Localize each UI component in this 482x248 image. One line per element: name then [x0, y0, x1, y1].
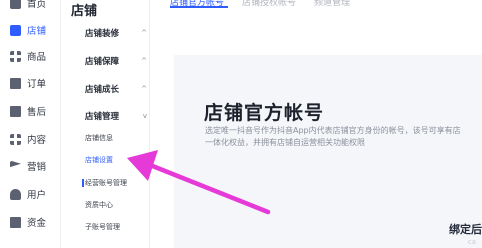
submenu-item-qualification[interactable]: 资质中心 — [85, 200, 113, 210]
tab-channel-management[interactable]: 频道管理 — [314, 0, 350, 8]
tab-authorized-account[interactable]: 店铺授权帐号 — [242, 0, 296, 8]
store-icon — [10, 24, 21, 36]
submenu-group-guarantee[interactable]: 店铺保障 ^ — [85, 55, 147, 67]
rail-item-aftersale[interactable]: 售后 — [0, 100, 60, 122]
rail-item-users[interactable]: 用户 — [0, 183, 60, 205]
rail-item-label: 售后 — [27, 107, 47, 118]
active-tab-indicator — [170, 6, 228, 8]
submenu-group-growth[interactable]: 店铺成长 ^ — [85, 83, 147, 95]
submenu-group-label: 店铺保障 — [85, 57, 120, 67]
main-content: 店铺官方帐号 店铺授权帐号 频道管理 店铺官方帐号 选定唯一抖音号作为抖音App… — [150, 0, 482, 248]
rail-item-label: 商品 — [27, 52, 47, 63]
submenu-item-store-settings[interactable]: 店铺设置 — [85, 155, 113, 165]
store-submenu: 店铺 店铺装修 ^ 店铺保障 ^ 店铺成长 ^ 店铺管理 v 店铺信息 店铺设置… — [61, 0, 150, 248]
submenu-group-management[interactable]: 店铺管理 v — [85, 110, 147, 122]
aftersale-icon — [10, 105, 21, 117]
rail-item-funds[interactable]: 资金 — [0, 211, 60, 233]
card-description-line: 选定唯一抖音号作为抖音App内代表店铺官方身份的帐号，该号可享有店 — [205, 126, 461, 135]
chevron-up-icon: ^ — [141, 57, 147, 65]
home-icon — [10, 0, 21, 9]
rail-item-store[interactable]: 店铺 — [0, 19, 60, 41]
card-description: 选定唯一抖音号作为抖音App内代表店铺官方身份的帐号，该号可享有店 一体化权益，… — [205, 125, 482, 149]
chevron-up-icon: ^ — [141, 85, 147, 93]
submenu-group-decoration[interactable]: 店铺装修 ^ — [85, 27, 147, 39]
rail-item-marketing[interactable]: 营销 — [0, 155, 60, 177]
chevron-up-icon: ^ — [141, 29, 147, 37]
official-account-card: 店铺官方帐号 选定唯一抖音号作为抖音App内代表店铺官方身份的帐号，该号可享有店… — [174, 55, 482, 248]
submenu-item-sub-accounts[interactable]: 子账号管理 — [85, 222, 120, 232]
submenu-title: 店铺 — [71, 4, 98, 19]
content-icon — [10, 133, 21, 145]
submenu-item-business-accounts[interactable]: 经营账号管理 — [82, 178, 127, 188]
submenu-item-store-info[interactable]: 店铺信息 — [85, 133, 113, 143]
goods-icon — [10, 50, 21, 62]
primary-nav-rail: 首页 店铺 商品 订单 售后 内容 营销 用户 资金 — [0, 0, 61, 248]
rail-item-label: 订单 — [27, 79, 47, 90]
order-icon — [10, 77, 21, 89]
user-icon — [10, 188, 21, 200]
chevron-down-icon: v — [142, 112, 147, 120]
submenu-group-label: 店铺管理 — [85, 112, 120, 122]
rail-item-orders[interactable]: 订单 — [0, 72, 60, 94]
submenu-group-label: 店铺成长 — [85, 85, 120, 95]
funds-icon — [10, 216, 21, 228]
rail-item-home[interactable]: 首页 — [0, 0, 60, 14]
rail-item-label: 店铺 — [27, 26, 47, 37]
watermark: ca — [467, 238, 476, 246]
rail-item-label: 用户 — [27, 190, 47, 201]
rail-item-goods[interactable]: 商品 — [0, 45, 60, 67]
rail-item-label: 首页 — [27, 0, 47, 10]
submenu-group-label: 店铺装修 — [85, 29, 120, 39]
marketing-icon — [10, 160, 21, 168]
rail-item-label: 内容 — [27, 135, 47, 146]
card-description-line: 一体化权益，并拥有店铺自运营相关功能权限 — [205, 138, 365, 147]
rail-item-content[interactable]: 内容 — [0, 128, 60, 150]
rail-item-label: 资金 — [27, 218, 47, 229]
rail-item-label: 营销 — [27, 162, 47, 173]
bind-button[interactable]: 绑定后 — [449, 221, 482, 237]
card-title: 店铺官方帐号 — [204, 102, 325, 124]
